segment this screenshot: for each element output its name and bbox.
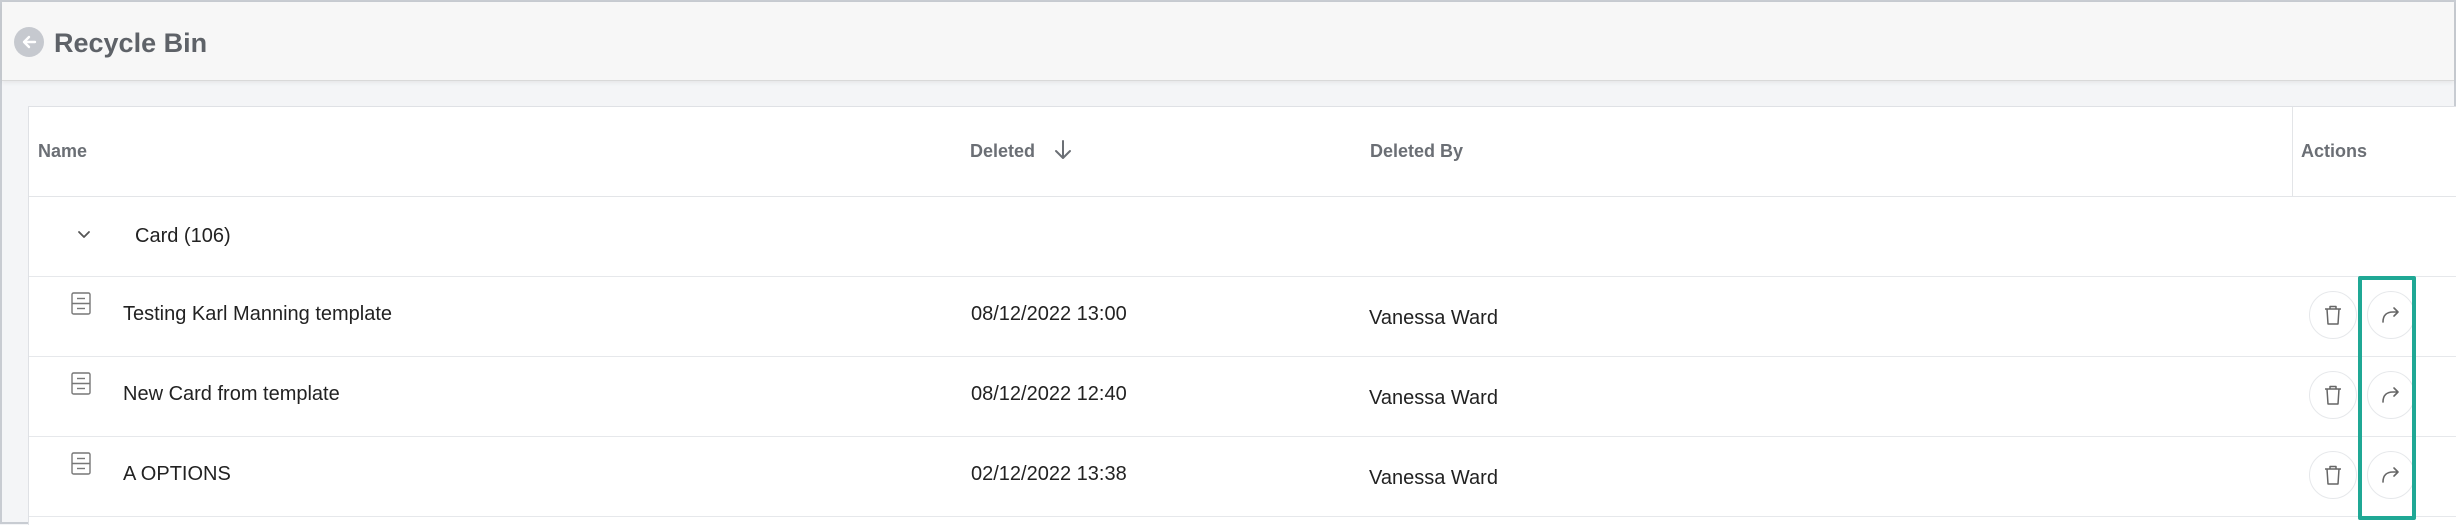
table-row[interactable]: New Card from template 08/12/2022 12:40 …: [29, 357, 2456, 437]
delete-button[interactable]: [2309, 451, 2357, 499]
table-row[interactable]: Testing Karl Manning template 08/12/2022…: [29, 277, 2456, 357]
row-deleted-by: Vanessa Ward: [1369, 467, 1498, 489]
page-title: Recycle Bin: [54, 28, 208, 58]
card-icon: [71, 292, 91, 315]
column-header-deleted-by[interactable]: Deleted By: [1370, 107, 1463, 196]
recycle-bin-table: Name Deleted Deleted By Actions Card (10…: [28, 106, 2456, 525]
row-deleted-date: 08/12/2022 12:40: [971, 383, 1127, 405]
group-count: (106): [183, 225, 231, 247]
table-row[interactable]: A OPTIONS 02/12/2022 13:38 Vanessa Ward: [29, 437, 2456, 517]
top-bar: Recycle Bin: [2, 2, 2454, 81]
column-header-actions: Actions: [2301, 107, 2367, 196]
delete-button[interactable]: [2309, 291, 2357, 339]
row-deleted-by: Vanessa Ward: [1369, 307, 1498, 329]
back-button[interactable]: [14, 27, 44, 57]
row-deleted-date: 08/12/2022 13:00: [971, 303, 1127, 325]
column-header-deleted[interactable]: Deleted: [970, 107, 1072, 196]
arrow-down-icon[interactable]: [1054, 139, 1072, 161]
column-divider: [2292, 107, 2293, 196]
chevron-down-icon[interactable]: [75, 225, 93, 243]
table-header: Name Deleted Deleted By Actions: [29, 107, 2456, 197]
column-header-name[interactable]: Name: [38, 107, 87, 196]
restore-arrow-icon: [2382, 307, 2399, 323]
restore-button[interactable]: [2367, 451, 2415, 499]
restore-arrow-icon: [2382, 387, 2399, 403]
row-deleted-by: Vanessa Ward: [1369, 387, 1498, 409]
column-header-name-label: Name: [38, 141, 88, 161]
trash-icon: [2325, 385, 2341, 405]
group-row-card[interactable]: Card (106): [29, 197, 2456, 277]
row-name: A OPTIONS: [123, 463, 231, 485]
group-label: Card (106): [135, 225, 231, 248]
restore-button[interactable]: [2367, 291, 2415, 339]
card-icon: [71, 372, 91, 395]
group-name: Card: [135, 225, 179, 247]
restore-button[interactable]: [2367, 371, 2415, 419]
row-deleted-date: 02/12/2022 13:38: [971, 463, 1127, 485]
delete-button[interactable]: [2309, 371, 2357, 419]
column-header-deleted-label: Deleted: [970, 141, 1036, 161]
row-name: Testing Karl Manning template: [123, 303, 393, 325]
trash-icon: [2325, 465, 2341, 485]
column-header-actions-label: Actions: [2301, 141, 2368, 161]
row-name: New Card from template: [123, 383, 340, 405]
trash-icon: [2325, 305, 2341, 325]
arrow-left-icon: [22, 35, 37, 49]
card-icon: [71, 452, 91, 475]
column-header-deleted-by-label: Deleted By: [1370, 141, 1464, 161]
restore-arrow-icon: [2382, 467, 2399, 483]
